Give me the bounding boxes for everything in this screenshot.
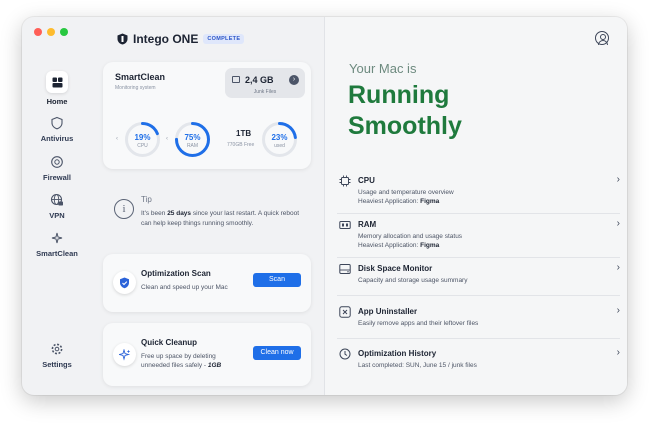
cleanup-size: 1GB: [207, 362, 222, 369]
intego-logo-icon: [117, 33, 128, 45]
sidebar-item-label: SmartClean: [36, 249, 78, 258]
gear-icon: [51, 343, 63, 355]
status-heading: Your Mac is: [349, 61, 417, 76]
smartclean-title: SmartClean: [115, 72, 166, 82]
sidebar-item-label: Firewall: [43, 173, 71, 182]
disk-total: 1TB: [236, 129, 252, 138]
sidebar-item-antivirus[interactable]: Antivirus: [26, 116, 88, 143]
user-profile-icon[interactable]: [595, 31, 609, 45]
detail-title: Optimization History: [358, 349, 437, 358]
history-clock-icon: [339, 348, 351, 360]
shield-icon: [51, 116, 63, 130]
sidebar-item-settings[interactable]: Settings: [26, 342, 88, 369]
detail-desc: Last completed: SUN, June 15 / junk file…: [358, 362, 477, 369]
disk-icon: [232, 76, 240, 83]
chevron-right-icon: ›: [616, 305, 620, 316]
optimization-scan-title: Optimization Scan: [141, 269, 211, 278]
app-window: Home Antivirus Firewall VPN SmartClean S…: [22, 17, 627, 395]
quick-cleanup-card: Quick Cleanup Free up space by deleting …: [103, 323, 311, 386]
optimization-scan-card: Optimization Scan Clean and speed up you…: [103, 254, 311, 312]
smartclean-card[interactable]: SmartClean Monitoring system 2,4 GB Junk…: [103, 62, 311, 169]
minimize-window-button[interactable]: [47, 28, 55, 36]
scan-shield-icon: [113, 271, 136, 294]
ram-gauge: 75% RAM: [174, 121, 211, 158]
brand: Intego ONE COMPLETE: [117, 32, 245, 46]
sidebar-item-firewall[interactable]: Firewall: [26, 155, 88, 182]
status-state: Running Smoothly: [348, 81, 462, 140]
cpu-gauge: 19% CPU: [124, 121, 161, 158]
scan-button[interactable]: Scan: [253, 273, 301, 287]
plan-badge: COMPLETE: [203, 34, 245, 44]
divider: [337, 295, 620, 296]
junk-files-panel[interactable]: 2,4 GB Junk Files ›: [225, 68, 305, 98]
clean-now-button[interactable]: Clean now: [253, 346, 301, 360]
chevron-right-icon: ›: [616, 218, 620, 229]
junk-files-label: Junk Files: [253, 89, 277, 95]
detail-desc: Usage and temperature overview Heaviest A…: [358, 189, 454, 205]
firewall-icon: [51, 156, 63, 168]
home-icon: [46, 71, 68, 93]
disk-icon: [339, 264, 351, 274]
detail-desc: Capacity and storage usage summary: [358, 277, 468, 284]
divider: [337, 213, 620, 214]
ram-label: RAM: [186, 143, 199, 149]
vpn-globe-icon: [50, 193, 63, 206]
chevron-right-icon: ›: [616, 174, 620, 185]
sidebar-item-home[interactable]: Home: [26, 71, 88, 106]
smartclean-icon: [51, 232, 63, 244]
ram-value: 75%: [184, 133, 201, 142]
detail-title: App Uninstaller: [358, 307, 418, 316]
optimization-scan-desc: Clean and speed up your Mac: [141, 284, 228, 291]
ram-icon: [339, 221, 351, 229]
detail-desc: Memory allocation and usage status Heavie…: [358, 233, 463, 249]
divider: [337, 257, 620, 258]
detail-desc: Easily remove apps and their leftover fi…: [358, 320, 479, 327]
disk-used-gauge: 23% used: [261, 121, 298, 158]
disk-used-value: 23%: [271, 133, 288, 142]
chevron-left-icon[interactable]: ‹: [116, 136, 118, 142]
junk-files-value: 2,4 GB: [245, 75, 274, 85]
app-name: Intego ONE: [133, 32, 199, 46]
sidebar-item-label: Home: [46, 97, 68, 106]
sidebar-item-label: VPN: [49, 211, 65, 220]
disk-free: 770GB Free: [227, 142, 255, 148]
quick-cleanup-title: Quick Cleanup: [141, 338, 198, 347]
chevron-left-icon[interactable]: ‹: [166, 136, 168, 142]
tip-title: Tip: [141, 195, 152, 204]
sidebar: Home Antivirus Firewall VPN SmartClean S…: [26, 71, 88, 391]
sparkles-icon: [113, 343, 136, 366]
sidebar-item-vpn[interactable]: VPN: [26, 193, 88, 220]
chevron-right-icon: ›: [616, 262, 620, 273]
settings-label: Settings: [42, 360, 72, 369]
close-window-button[interactable]: [34, 28, 42, 36]
cpu-icon: [339, 175, 351, 187]
cpu-value: 19%: [134, 133, 151, 142]
tip-text: It's been 25 days since your last restar…: [141, 210, 300, 227]
quick-cleanup-desc: Free up space by deleting unneeded files…: [141, 353, 222, 369]
info-icon: i: [114, 199, 134, 219]
detail-title: CPU: [358, 176, 375, 185]
disk-used-label: used: [274, 143, 285, 149]
detail-title: RAM: [358, 220, 377, 229]
chevron-right-icon: ›: [616, 347, 620, 358]
sidebar-item-smartclean[interactable]: SmartClean: [26, 231, 88, 258]
tip-days: 25 days: [167, 210, 192, 217]
divider: [337, 338, 620, 339]
smartclean-subtitle: Monitoring system: [115, 85, 156, 91]
cpu-label: CPU: [137, 143, 148, 149]
status-pane: Your Mac is Running Smoothly CPU Usage a…: [324, 17, 627, 395]
uninstaller-icon: [339, 306, 351, 318]
chevron-right-icon[interactable]: ›: [289, 75, 299, 85]
sidebar-item-label: Antivirus: [40, 134, 74, 143]
zoom-window-button[interactable]: [60, 28, 68, 36]
detail-title: Disk Space Monitor: [358, 264, 433, 273]
